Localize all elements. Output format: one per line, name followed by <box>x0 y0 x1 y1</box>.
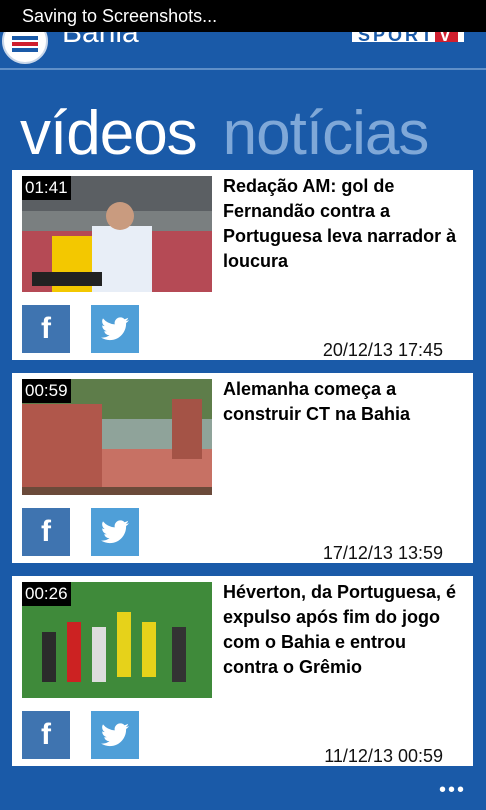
twitter-share-button[interactable] <box>91 305 139 353</box>
twitter-icon <box>101 520 129 544</box>
facebook-share-button[interactable]: f <box>22 508 70 556</box>
pivot-header: vídeos notícias <box>20 98 430 169</box>
facebook-icon: f <box>41 312 51 345</box>
status-text: Saving to Screenshots... <box>22 6 218 26</box>
video-title[interactable]: Héverton, da Portuguesa, é expulso após … <box>223 580 463 680</box>
video-date: 20/12/13 17:45 <box>322 340 443 360</box>
facebook-icon: f <box>41 515 51 548</box>
tab-noticias[interactable]: notícias <box>223 99 430 168</box>
video-thumbnail[interactable]: 00:59 <box>22 379 212 495</box>
video-duration: 00:26 <box>22 582 71 606</box>
team-crest-icon <box>2 32 48 64</box>
video-title[interactable]: Alemanha começa a construir CT na Bahia <box>223 377 463 427</box>
team-name: Bahia <box>62 32 139 49</box>
video-card[interactable]: 00:59 Alemanha começa a construir CT na … <box>12 373 473 563</box>
tab-videos[interactable]: vídeos <box>20 99 198 168</box>
video-thumbnail[interactable]: 00:26 <box>22 582 212 698</box>
twitter-icon <box>101 723 129 747</box>
video-thumbnail[interactable]: 01:41 <box>22 176 212 292</box>
video-card[interactable]: 00:26 Héverton, da Portuguesa, é expulso… <box>12 576 473 766</box>
video-date: 17/12/13 13:59 <box>322 543 443 563</box>
twitter-share-button[interactable] <box>91 508 139 556</box>
twitter-icon <box>101 317 129 341</box>
twitter-share-button[interactable] <box>91 711 139 759</box>
video-card[interactable]: 01:41 Redação AM: gol de Fernandão contr… <box>12 170 473 360</box>
sportv-logo: SPORT V <box>351 32 464 42</box>
video-title[interactable]: Redação AM: gol de Fernandão contra a Po… <box>223 174 463 274</box>
facebook-share-button[interactable]: f <box>22 711 70 759</box>
app-header: Bahia SPORT V <box>0 32 486 70</box>
video-date: 11/12/13 00:59 <box>324 746 443 766</box>
video-duration: 00:59 <box>22 379 71 403</box>
facebook-share-button[interactable]: f <box>22 305 70 353</box>
more-options-button[interactable]: ••• <box>439 779 466 802</box>
status-bar: Saving to Screenshots... <box>0 0 486 32</box>
facebook-icon: f <box>41 718 51 751</box>
video-duration: 01:41 <box>22 176 71 200</box>
